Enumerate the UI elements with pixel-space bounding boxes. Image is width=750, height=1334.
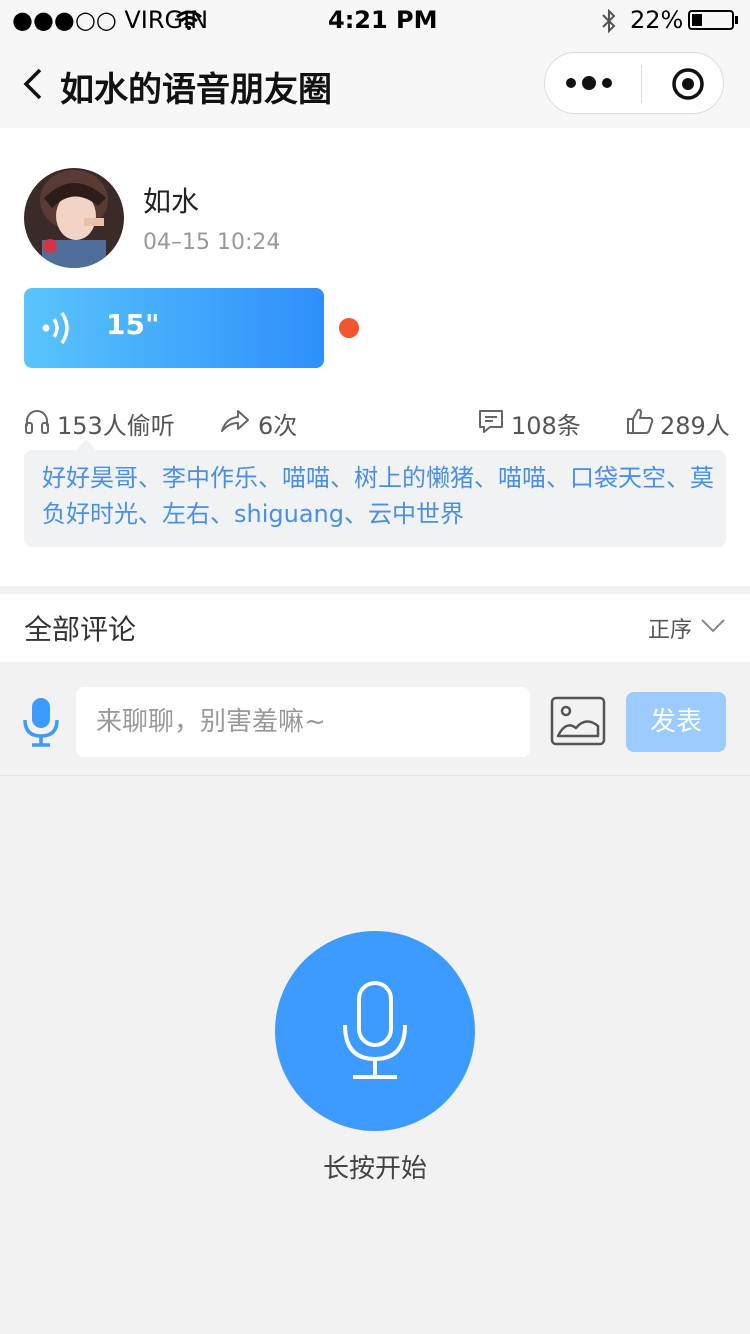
like-icon[interactable] bbox=[626, 407, 654, 435]
record-button[interactable] bbox=[275, 931, 475, 1131]
share-count: 6次 bbox=[258, 412, 298, 440]
post-card: 如水 04–15 10:24 15" 153人偷听 6次 108条 289人 好… bbox=[0, 128, 750, 586]
navigation-bar: 如水的语音朋友圈 bbox=[0, 40, 750, 128]
close-miniprogram-icon[interactable] bbox=[671, 67, 705, 101]
record-hint: 长按开始 bbox=[322, 1154, 427, 1184]
microphone-icon[interactable] bbox=[22, 696, 60, 748]
send-button[interactable]: 发表 bbox=[626, 692, 726, 752]
more-icon[interactable] bbox=[565, 75, 615, 91]
listeners-pointer bbox=[76, 440, 96, 450]
record-microphone-icon bbox=[343, 981, 407, 1079]
comments-header: 全部评论 正序 bbox=[0, 594, 750, 662]
miniprogram-capsule bbox=[544, 52, 724, 114]
voice-wave-icon bbox=[42, 312, 69, 344]
capsule-divider bbox=[641, 65, 642, 103]
headphones-icon bbox=[25, 410, 49, 434]
share-icon[interactable] bbox=[220, 408, 250, 434]
author-avatar[interactable] bbox=[24, 168, 124, 268]
listen-count: 153人偷听 bbox=[57, 412, 175, 440]
voice-message-button[interactable]: 15" bbox=[24, 288, 324, 368]
image-upload-icon[interactable] bbox=[550, 696, 606, 746]
bluetooth-icon bbox=[602, 8, 616, 34]
page-title: 如水的语音朋友圈 bbox=[60, 70, 332, 110]
battery-icon bbox=[688, 10, 734, 30]
sort-toggle[interactable]: 正序 bbox=[648, 612, 692, 644]
listener-names[interactable]: 好好昊哥、李中作乐、喵喵、树上的懒猪、喵喵、口袋天空、莫负好时光、左右、shig… bbox=[42, 460, 716, 532]
comment-icon[interactable] bbox=[478, 408, 504, 434]
voice-duration: 15" bbox=[106, 308, 160, 341]
clock: 4:21 PM bbox=[328, 6, 438, 34]
listeners-box: 好好昊哥、李中作乐、喵喵、树上的懒猪、喵喵、口袋天空、莫负好时光、左右、shig… bbox=[24, 450, 726, 547]
unread-dot bbox=[339, 318, 359, 338]
like-count: 289人 bbox=[660, 412, 730, 440]
comments-title: 全部评论 bbox=[24, 613, 137, 646]
comment-input[interactable] bbox=[76, 687, 530, 757]
chevron-down-icon[interactable] bbox=[700, 618, 726, 634]
back-icon[interactable] bbox=[22, 68, 44, 100]
status-bar: ●●●○○ VIRGIN 4:21 PM 22% bbox=[0, 0, 750, 40]
comment-count: 108条 bbox=[511, 412, 581, 440]
comment-composer: 发表 bbox=[0, 668, 750, 776]
battery-cap bbox=[735, 16, 738, 24]
battery-percent: 22% bbox=[630, 6, 684, 34]
post-time: 04–15 10:24 bbox=[143, 230, 281, 255]
wifi-icon bbox=[176, 10, 202, 30]
author-name[interactable]: 如水 bbox=[143, 180, 199, 220]
